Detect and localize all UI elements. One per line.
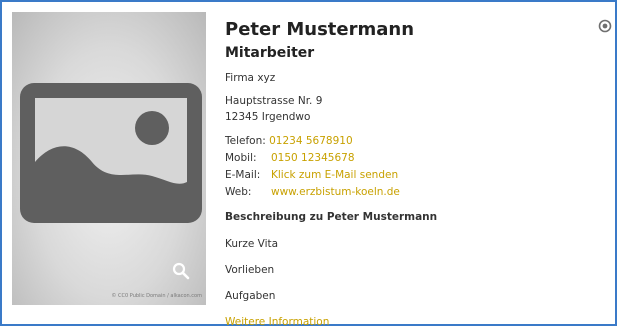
- web-link[interactable]: www.erzbistum-koeln.de: [271, 186, 400, 198]
- settings-icon[interactable]: [598, 19, 612, 33]
- email-link[interactable]: Klick zum E-Mail senden: [271, 169, 398, 181]
- photo: © CC0 Public Domain / alkacon.com: [12, 12, 206, 305]
- description-heading: Beschreibung zu Peter Mustermann: [225, 211, 438, 223]
- description-item-vita: Kurze Vita: [225, 238, 279, 250]
- phone-label: Telefon:: [225, 135, 266, 147]
- email-label: E-Mail:: [225, 169, 261, 181]
- mobile-link[interactable]: 0150 12345678: [271, 152, 355, 164]
- person-name: Peter Mustermann: [225, 19, 415, 40]
- company: Firma xyz: [225, 72, 276, 84]
- more-info-link[interactable]: Weitere Information: [225, 316, 329, 328]
- phone-row: Telefon: 01234 5678910: [225, 135, 353, 147]
- description-item-vorlieben: Vorlieben: [225, 264, 275, 276]
- more-info-row: Weitere Information: [225, 316, 329, 328]
- photo-credit: © CC0 Public Domain / alkacon.com: [111, 293, 202, 299]
- mobile-label: Mobil:: [225, 152, 257, 164]
- phone-link[interactable]: 01234 5678910: [269, 135, 353, 147]
- contact-card: © CC0 Public Domain / alkacon.com Peter …: [0, 0, 617, 328]
- mobile-row: Mobil: 0150 12345678: [225, 152, 355, 164]
- person-position: Mitarbeiter: [225, 45, 315, 61]
- magnifier-icon[interactable]: [172, 262, 190, 280]
- web-row: Web: www.erzbistum-koeln.de: [225, 186, 400, 198]
- street: Hauptstrasse Nr. 9: [225, 95, 323, 107]
- city: 12345 Irgendwo: [225, 111, 311, 123]
- description-item-aufgaben: Aufgaben: [225, 290, 276, 302]
- email-row: E-Mail: Klick zum E-Mail senden: [225, 169, 398, 181]
- web-label: Web:: [225, 186, 252, 198]
